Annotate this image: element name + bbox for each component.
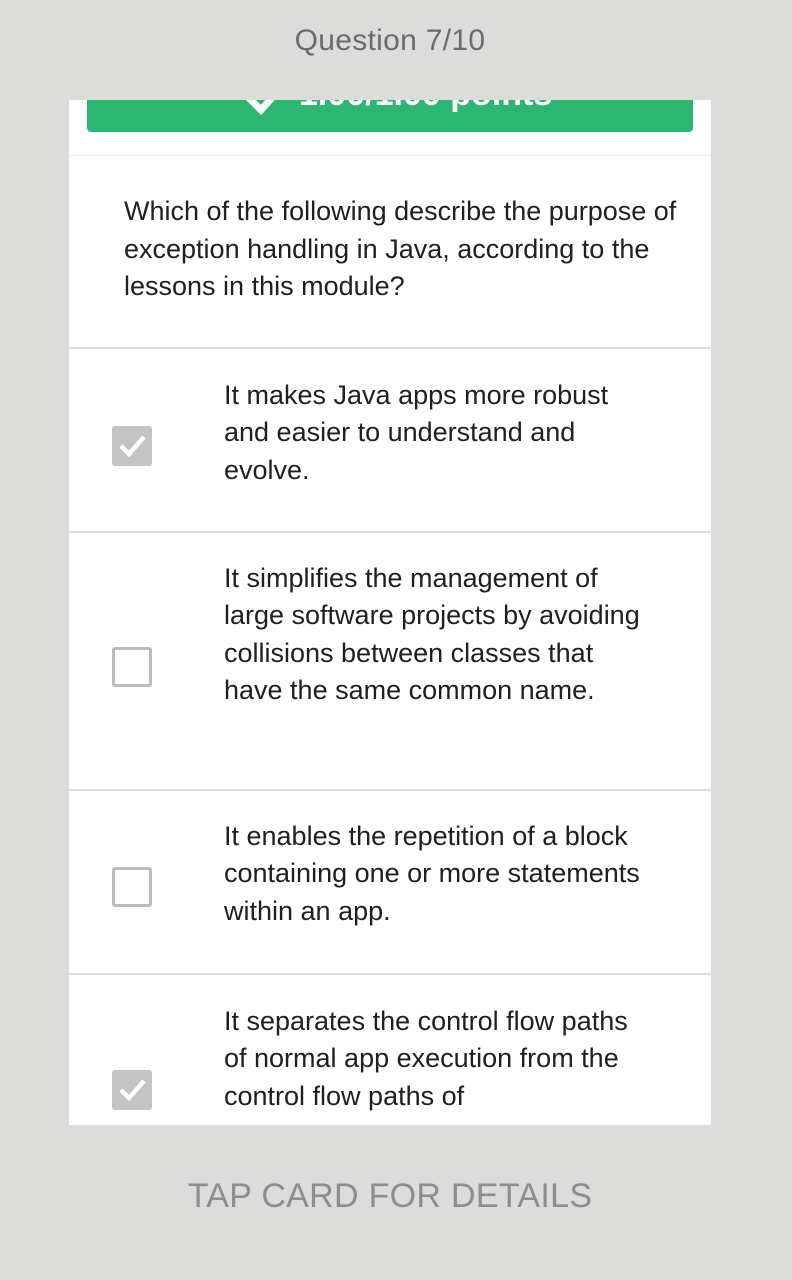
score-points: 1.00/1.00 points — [299, 100, 552, 114]
checkmark-icon — [119, 1079, 146, 1102]
question-text: Which of the following describe the purp… — [124, 196, 677, 301]
answer-option-text: It enables the repetition of a block con… — [224, 821, 640, 926]
divider — [69, 155, 711, 156]
checkbox-unchecked[interactable] — [112, 867, 152, 907]
score-banner: 1.00/1.00 points — [87, 100, 693, 132]
checkbox-checked[interactable] — [112, 1070, 152, 1110]
checkmark-icon — [119, 435, 146, 458]
answer-option-text: It makes Java apps more robust and easie… — [224, 380, 609, 485]
answer-option-1[interactable]: It makes Java apps more robust and easie… — [69, 349, 711, 531]
check-icon — [246, 100, 275, 116]
answer-option-4[interactable]: It separates the control flow paths of n… — [69, 975, 711, 1125]
answer-option-2[interactable]: It simplifies the management of large so… — [69, 533, 711, 789]
question-counter: Question 7/10 — [294, 24, 486, 57]
question-card[interactable]: 1.00/1.00 points Which of the following … — [69, 100, 711, 1125]
answer-option-text: It separates the control flow paths of n… — [224, 1006, 628, 1111]
checkbox-unchecked[interactable] — [112, 647, 152, 687]
answer-option-3[interactable]: It enables the repetition of a block con… — [69, 791, 711, 973]
checkbox-checked[interactable] — [112, 426, 152, 466]
answer-option-text: It simplifies the management of large so… — [224, 563, 640, 705]
tap-card-hint[interactable]: TAP CARD FOR DETAILS — [0, 1177, 780, 1216]
